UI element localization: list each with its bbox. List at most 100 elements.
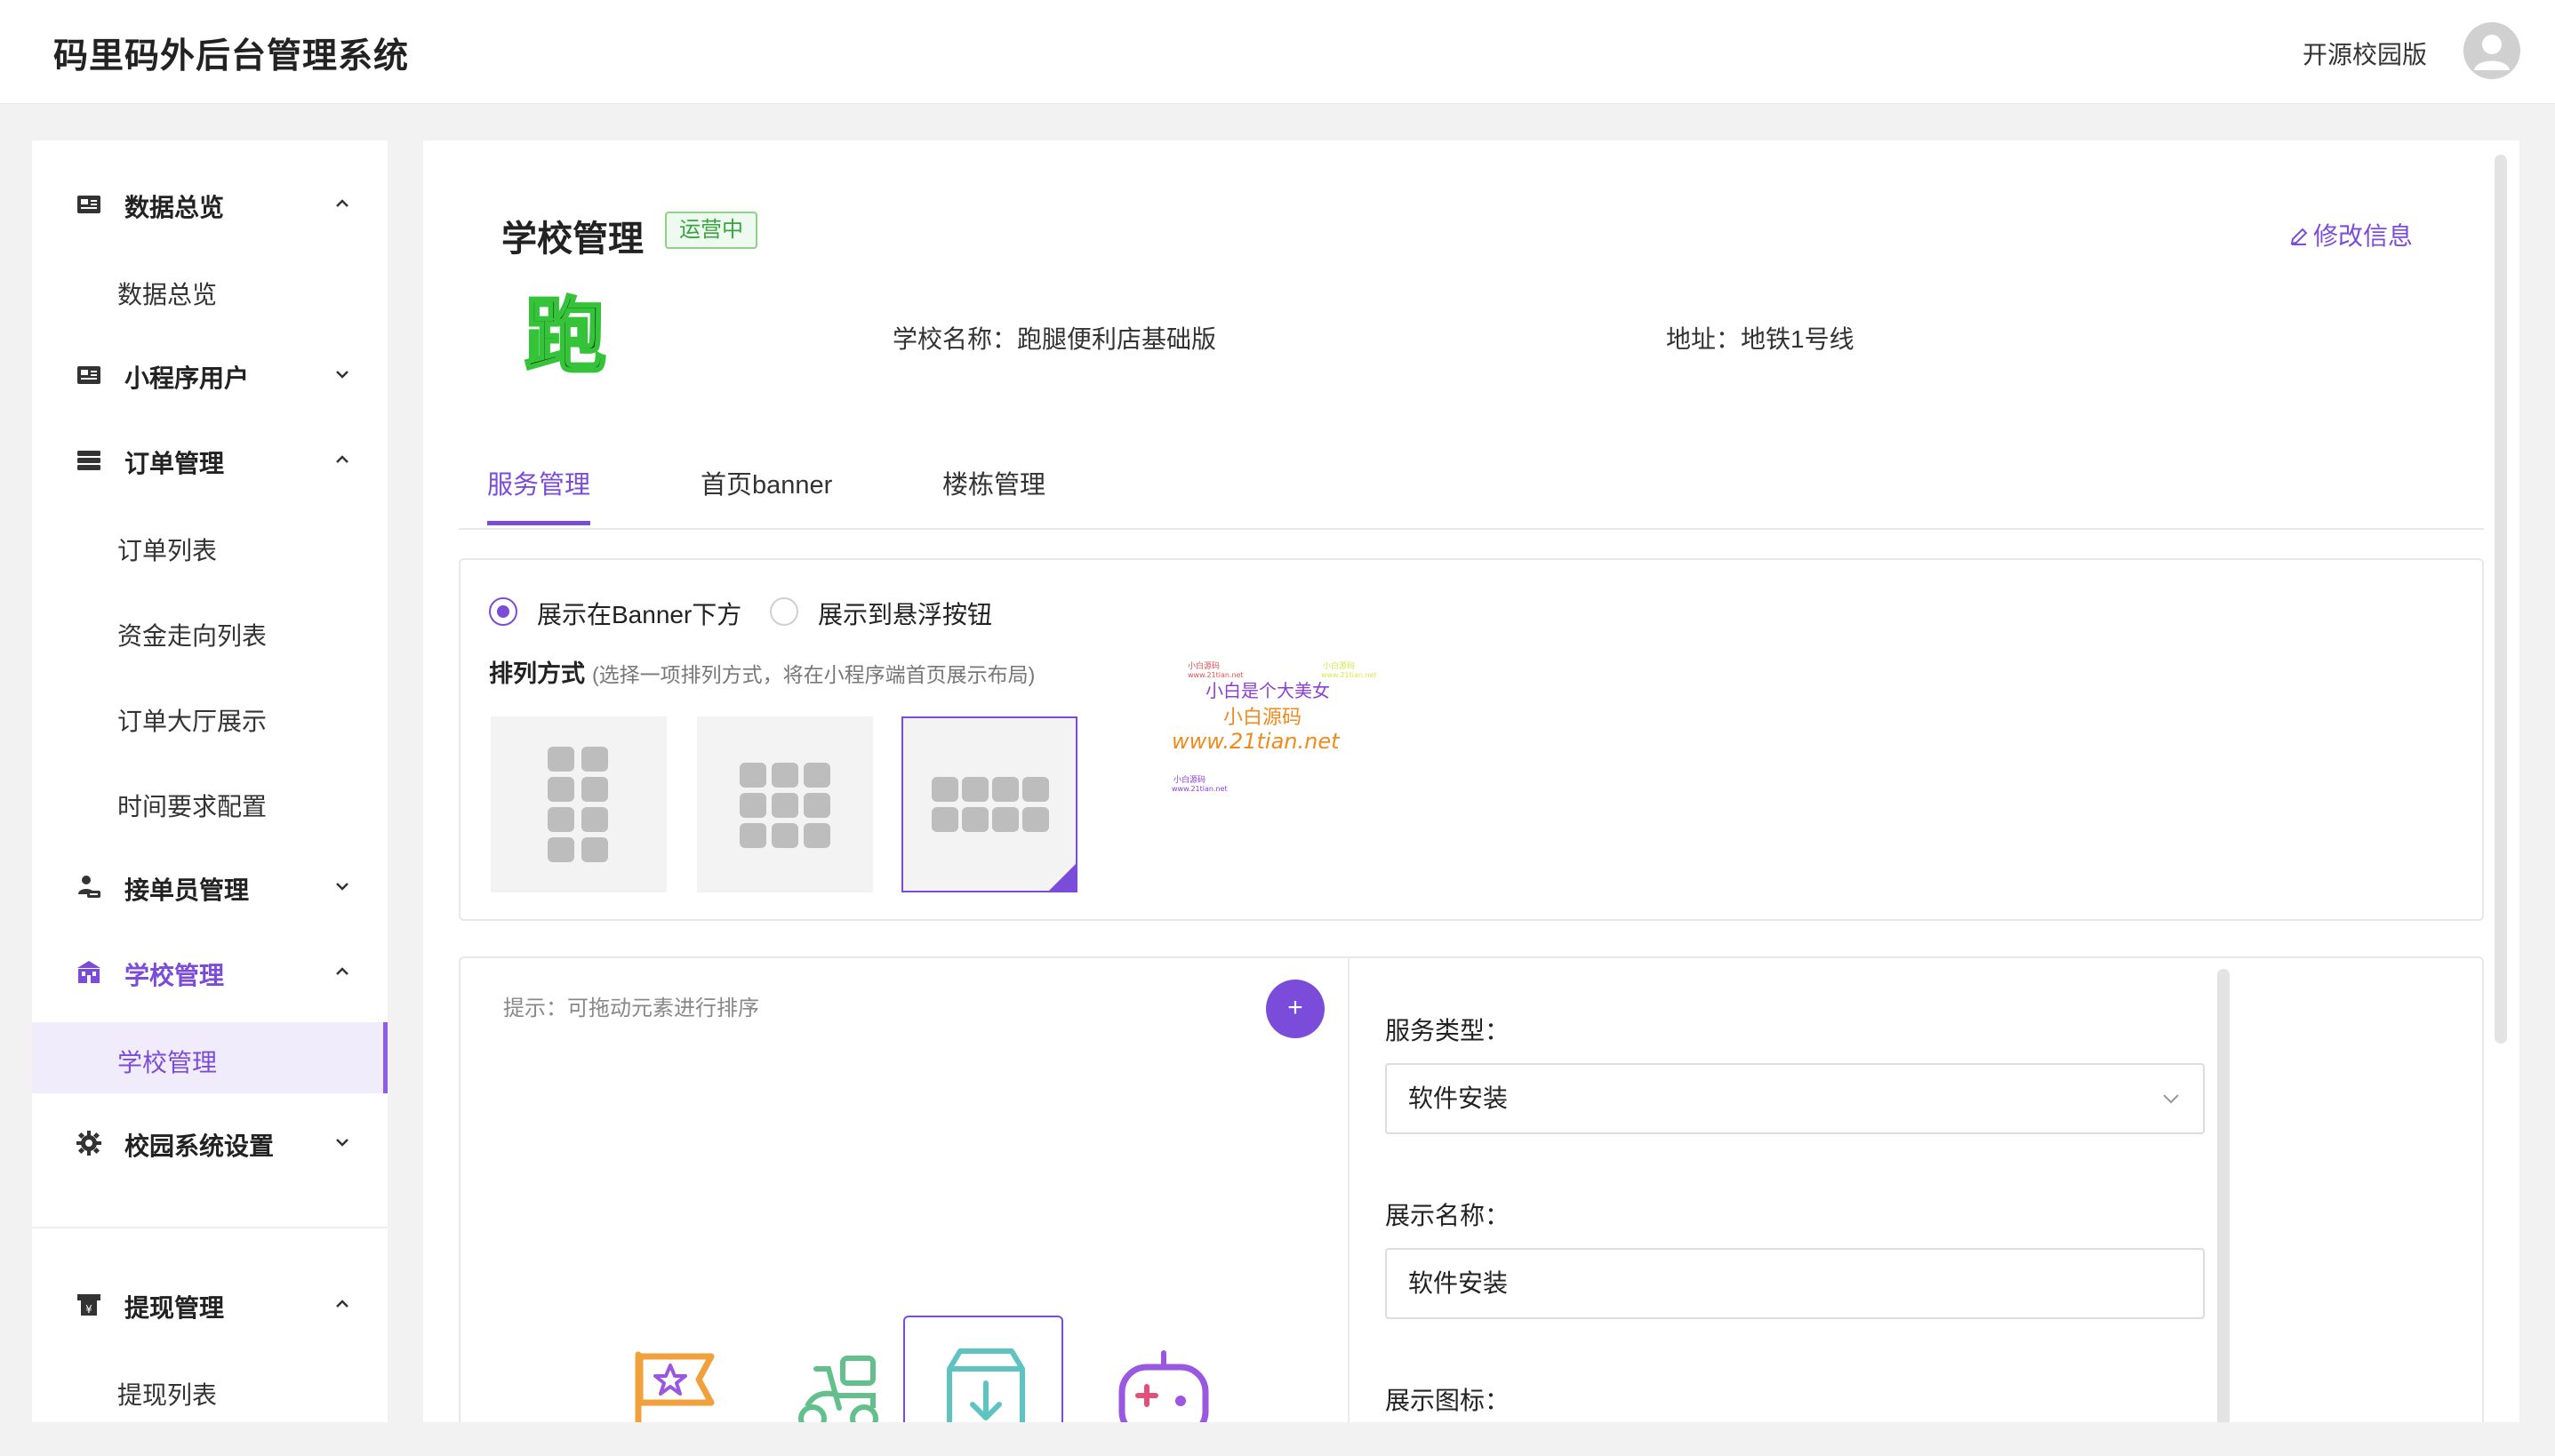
radio-below-banner[interactable]: 展示在Banner下方 xyxy=(489,594,756,629)
chevron-down-icon xyxy=(336,371,348,379)
radio-floating-button[interactable]: 展示到悬浮按钮 xyxy=(770,594,1037,629)
watermark-graphic: 小白源码 www.21tian.net 小白是个大美女 小白源码 www.21t… xyxy=(1172,660,1377,793)
svg-text:小白是个大美女: 小白是个大美女 xyxy=(1205,680,1330,701)
download-box-icon xyxy=(947,1348,1025,1422)
display-settings-panel: 展示在Banner下方 展示到悬浮按钮 排列方式 (选择一项排列方式，将在小程序端… xyxy=(459,558,2484,921)
sidebar-item-dashboard[interactable]: 数据总览 xyxy=(32,254,388,325)
selected-corner-mark xyxy=(1049,864,1076,891)
school-icon xyxy=(77,961,100,983)
grid-2-columns-icon xyxy=(548,747,608,862)
chevron-up-icon xyxy=(336,199,348,207)
school-name: 学校名称：跑腿便利店基础版 xyxy=(893,320,1216,356)
main-scrollbar[interactable] xyxy=(2495,155,2507,1044)
sidebar-group-couriers[interactable]: 接单员管理 xyxy=(32,852,388,923)
display-name-input[interactable]: 软件安装 xyxy=(1385,1248,2205,1319)
school-logo: 跑 xyxy=(521,288,610,386)
status-badge: 运营中 xyxy=(665,212,757,249)
sidebar-item-label: 数据总览 xyxy=(117,281,218,308)
display-icon-label: 展示图标： xyxy=(1385,1387,1510,1414)
display-name-label: 展示名称： xyxy=(1385,1202,1510,1229)
sidebar-item-order-list[interactable]: 订单列表 xyxy=(32,510,388,581)
sidebar-group-miniapp-users[interactable]: 小程序用户 xyxy=(32,340,388,411)
svg-text:www.21tian.net: www.21tian.net xyxy=(1188,671,1244,679)
tab-building-management[interactable]: 楼栋管理 xyxy=(942,464,1045,521)
sidebar-divider xyxy=(32,1227,388,1228)
sidebar-group-label: 学校管理 xyxy=(124,962,225,989)
layout-option-4-columns[interactable] xyxy=(901,716,1077,892)
svg-text:小白源码: 小白源码 xyxy=(1188,660,1220,671)
sidebar-item-label: 时间要求配置 xyxy=(117,793,268,820)
gamepad-icon xyxy=(1118,1350,1209,1422)
sidebar-item-label: 订单大厅展示 xyxy=(117,708,268,735)
service-type-select[interactable]: 软件安装 xyxy=(1385,1063,2205,1134)
flag-star-icon xyxy=(635,1351,715,1422)
school-address-value: 地铁1号线 xyxy=(1741,325,1854,353)
sidebar-item-label: 提现列表 xyxy=(117,1381,218,1409)
sidebar-group-label: 小程序用户 xyxy=(124,364,250,392)
sidebar-item-withdraw-list[interactable]: 提现列表 xyxy=(32,1355,388,1422)
tab-home-banner[interactable]: 首页banner xyxy=(701,464,832,521)
sidebar-item-order-hall[interactable]: 订单大厅展示 xyxy=(32,681,388,752)
svg-text:www.21tian.net: www.21tian.net xyxy=(1172,729,1341,754)
service-item-flag[interactable] xyxy=(594,1321,754,1422)
svg-text:小白源码: 小白源码 xyxy=(1223,707,1302,729)
layout-option-2-columns[interactable] xyxy=(491,716,667,892)
service-editor-panel: 提示：可拖动元素进行排序 + 服务类型： 软件安装 展示名称： 软件安装 展示图… xyxy=(459,956,2484,1422)
orders-icon xyxy=(77,451,100,470)
edition-label[interactable]: 开源校园版 xyxy=(2303,36,2427,71)
sidebar-group-label: 提现管理 xyxy=(124,1294,225,1322)
sidebar-group-label: 接单员管理 xyxy=(124,876,250,904)
chevron-down-icon xyxy=(336,1139,348,1147)
sidebar-group-orders[interactable]: 订单管理 xyxy=(32,425,388,496)
school-address-label: 地址： xyxy=(1666,325,1742,353)
svg-text:www.21tian.net: www.21tian.net xyxy=(1172,785,1228,793)
chevron-up-icon xyxy=(336,455,348,463)
sidebar-item-school-management[interactable]: 学校管理 xyxy=(32,1022,388,1093)
sidebar-item-fund-flow[interactable]: 资金走向列表 xyxy=(32,596,388,667)
sidebar-item-time-config[interactable]: 时间要求配置 xyxy=(32,766,388,837)
service-item-game[interactable] xyxy=(1083,1321,1243,1422)
tab-service-management[interactable]: 服务管理 xyxy=(487,464,591,525)
edit-info-label: 修改信息 xyxy=(2313,222,2414,250)
sidebar-group-dashboard[interactable]: 数据总览 xyxy=(32,169,388,240)
svg-text:¥: ¥ xyxy=(85,1303,92,1316)
radio-dot xyxy=(770,597,798,626)
radio-label: 展示在Banner下方 xyxy=(537,601,742,628)
sidebar-item-label: 学校管理 xyxy=(117,1049,218,1076)
sidebar-group-label: 校园系统设置 xyxy=(124,1132,275,1160)
top-bar: 码里码外后台管理系统 开源校园版 xyxy=(0,0,2555,104)
sidebar-item-label: 订单列表 xyxy=(117,537,218,564)
edit-info-link[interactable]: 修改信息 xyxy=(2288,217,2413,252)
users-icon xyxy=(77,366,100,384)
service-item-software-install[interactable] xyxy=(903,1316,1063,1422)
radio-label: 展示到悬浮按钮 xyxy=(818,601,993,628)
add-service-button[interactable]: + xyxy=(1266,980,1325,1038)
form-scrollbar[interactable] xyxy=(2217,969,2230,1422)
school-logo-image: 跑 xyxy=(523,288,607,386)
svg-text:小白源码: 小白源码 xyxy=(1173,774,1205,785)
service-type-value: 软件安装 xyxy=(1408,1084,1509,1112)
sidebar-item-label: 资金走向列表 xyxy=(117,622,268,650)
avatar[interactable] xyxy=(2463,22,2520,79)
sidebar-group-campus-settings[interactable]: 校园系统设置 xyxy=(32,1108,388,1179)
layout-title: 排列方式 (选择一项排列方式，将在小程序端首页展示布局) xyxy=(489,654,1035,689)
chevron-up-icon xyxy=(336,1300,348,1308)
service-type-label: 服务类型： xyxy=(1385,1017,1510,1044)
edit-pencil-icon xyxy=(2290,228,2308,245)
sidebar: 数据总览 数据总览 小程序用户 订单管理 订单列表 资金走向列表 订单大厅展示 … xyxy=(32,140,388,1422)
sidebar-group-school[interactable]: 学校管理 xyxy=(32,937,388,1008)
scooter-icon xyxy=(798,1356,878,1422)
chevron-down-icon xyxy=(2163,1094,2179,1104)
app-title: 码里码外后台管理系统 xyxy=(53,37,410,76)
layout-option-3-columns[interactable] xyxy=(697,716,873,892)
panel-divider xyxy=(1348,958,1350,1422)
user-avatar-icon xyxy=(2474,35,2510,70)
sidebar-group-withdraw[interactable]: ¥ 提现管理 xyxy=(32,1269,388,1340)
display-name-value: 软件安装 xyxy=(1408,1269,1509,1297)
grid-3-columns-icon xyxy=(740,763,830,848)
withdraw-icon: ¥ xyxy=(77,1294,100,1316)
sidebar-group-label: 数据总览 xyxy=(124,194,225,221)
layout-hint: (选择一项排列方式，将在小程序端首页展示布局) xyxy=(592,663,1036,686)
watermark-image: 小白源码 www.21tian.net 小白是个大美女 小白源码 www.21t… xyxy=(1163,658,1394,809)
service-item-scooter[interactable] xyxy=(757,1321,917,1422)
